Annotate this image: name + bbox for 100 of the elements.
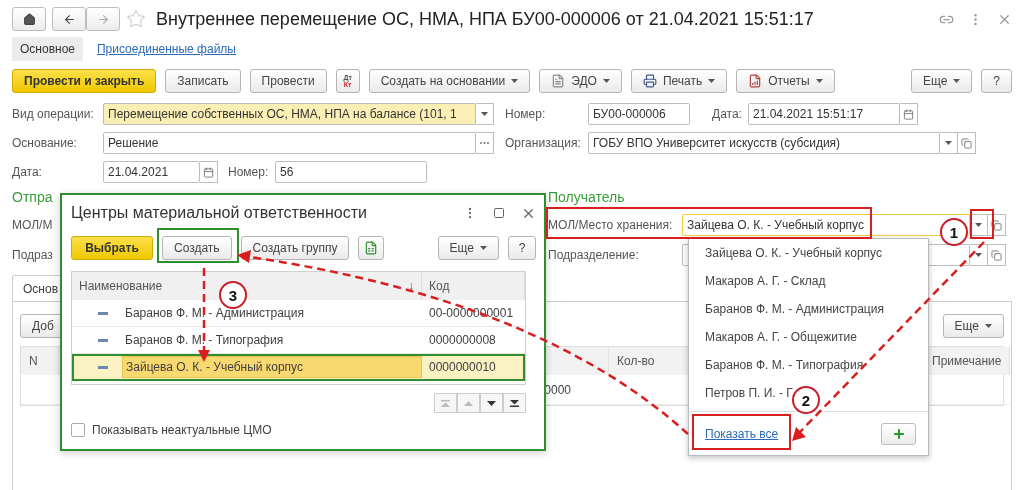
dropdown-item[interactable]: Зайцева О. К. - Учебный корпус xyxy=(689,239,882,267)
caret-icon xyxy=(953,79,961,83)
plus-icon xyxy=(891,426,906,441)
dropdown-button[interactable] xyxy=(940,132,958,154)
field-label: Подразделение: xyxy=(548,248,640,262)
printer-icon xyxy=(642,74,657,88)
field-label: Номер: xyxy=(505,107,547,121)
dropdown-item[interactable]: Петров П. И. - Г xyxy=(689,379,793,407)
caret-icon xyxy=(708,79,716,83)
menu-button[interactable]: Создать на основании xyxy=(368,69,531,93)
copy-icon xyxy=(991,219,1002,231)
add-button[interactable] xyxy=(881,422,916,445)
item-icon xyxy=(98,338,108,342)
input-field[interactable]: БУ00-000006 xyxy=(588,103,690,125)
column-header: N xyxy=(21,347,59,375)
copy-icon xyxy=(991,249,1002,261)
show-all-link[interactable]: Показать все xyxy=(705,426,779,441)
calendar-button[interactable] xyxy=(900,103,918,125)
caret-icon xyxy=(481,112,488,116)
edo-button[interactable]: ЭДО xyxy=(539,69,622,93)
copy-icon xyxy=(961,137,972,149)
up-icon xyxy=(464,400,473,406)
select-button[interactable]: Выбрать xyxy=(71,236,153,260)
arrow-left-icon xyxy=(62,12,76,26)
field-label: МОЛ/Место хранения: xyxy=(548,218,674,232)
maximize-icon[interactable] xyxy=(493,207,505,219)
report-icon xyxy=(748,74,763,88)
checkbox-label: Показывать неактуальные ЦМО xyxy=(92,423,272,437)
forward-button[interactable] xyxy=(86,7,120,31)
reports-button[interactable]: Отчеты xyxy=(736,69,835,93)
section-title: Получатель xyxy=(548,189,626,207)
dialog-button[interactable]: Создать группу xyxy=(240,236,350,260)
caret-icon xyxy=(975,253,982,257)
arrow-right-icon xyxy=(96,12,110,26)
form-tab[interactable]: Присоединенные файлы xyxy=(89,37,244,61)
help-button[interactable]: ? xyxy=(508,236,536,260)
home-button[interactable] xyxy=(12,7,46,31)
caret-icon xyxy=(815,79,823,83)
home-icon xyxy=(22,12,36,26)
table-cell-text: 0000000010 xyxy=(428,360,497,374)
form-tab[interactable]: Основное xyxy=(12,37,83,61)
table-cell-text: Баранов Ф. М. - Типография xyxy=(124,332,285,349)
highlight-frame xyxy=(970,209,994,239)
dropdown-item[interactable]: Макаров А. Г. - Склад xyxy=(689,267,826,295)
caret-icon xyxy=(511,79,519,83)
table-cell: Зайцева О. К. - Учебный корпус xyxy=(122,356,422,378)
last-icon xyxy=(510,399,519,407)
table-cell-text: 0000000008 xyxy=(428,333,497,347)
field-label: Вид операции: xyxy=(12,107,95,121)
menu-button[interactable]: Еще xyxy=(910,69,973,93)
arrow-head xyxy=(237,250,251,263)
field-label: Дата: xyxy=(712,107,743,121)
field-label: Номер: xyxy=(228,165,270,179)
dialog-title: Центры материальной ответственности xyxy=(71,204,367,222)
dropdown-button[interactable] xyxy=(970,244,988,266)
field-label: Организация: xyxy=(505,136,582,150)
caret-icon xyxy=(602,79,610,83)
input-field[interactable]: Решение xyxy=(103,132,476,154)
dropdown-button[interactable] xyxy=(476,103,494,125)
dialog-button[interactable]: Создать xyxy=(162,236,232,260)
input-field[interactable]: Перемещение собственных ОС, НМА, НПА на балансе (101, 1 xyxy=(103,103,476,125)
back-button[interactable] xyxy=(52,7,86,31)
document-icon xyxy=(551,74,566,88)
list-row[interactable]: Зайцева О. К. - Учебный корпус 0000000010 xyxy=(72,354,525,381)
field-label: Подраз xyxy=(12,248,53,262)
calendar-icon xyxy=(903,108,914,120)
post-close-button[interactable]: Провести и закрыть xyxy=(12,69,157,93)
more-button[interactable]: Еще xyxy=(942,314,1004,338)
more-button[interactable]: Еще xyxy=(437,236,499,260)
input-field[interactable]: ГОБУ ВПО Университет искусств (субсидия) xyxy=(588,132,940,154)
scroll-bottom-button[interactable] xyxy=(503,393,526,413)
item-icon xyxy=(98,365,108,369)
field-label: Дата: xyxy=(12,165,43,179)
export-button[interactable] xyxy=(358,236,385,260)
section-title: Отпра xyxy=(12,189,54,207)
toolbar-button[interactable]: Провести xyxy=(249,69,327,93)
first-icon xyxy=(441,399,450,407)
calendar-icon xyxy=(203,166,214,178)
caret-icon xyxy=(480,246,487,250)
toolbar-button[interactable]: Записать xyxy=(165,69,241,93)
choose-button[interactable] xyxy=(476,132,494,154)
item-icon xyxy=(98,311,108,315)
input-field[interactable]: 56 xyxy=(275,161,427,183)
input-field[interactable]: 21.04.2021 15:51:17 xyxy=(748,103,900,125)
spreadsheet-icon xyxy=(364,241,379,255)
column-header[interactable]: Код xyxy=(429,279,450,293)
caret-icon xyxy=(985,324,992,328)
scroll-down-button[interactable] xyxy=(480,393,503,413)
checkbox[interactable] xyxy=(71,423,85,437)
input-field[interactable]: 21.04.2021 xyxy=(103,161,200,183)
toolbar-button[interactable]: ? xyxy=(981,69,1012,93)
dropdown-item[interactable]: Баранов Ф. М. - Администрация xyxy=(689,295,884,323)
field-label: Основание: xyxy=(12,136,78,150)
star-icon[interactable] xyxy=(126,9,146,29)
down-icon xyxy=(487,400,496,406)
print-button[interactable]: Печать xyxy=(630,69,728,93)
caret-icon xyxy=(945,141,952,145)
calendar-button[interactable] xyxy=(200,161,218,183)
caret-icon xyxy=(975,223,982,227)
window-title: Внутреннее перемещение ОС, НМА, НПА БУ00-000006 от 21.04.2021 15:51:17 xyxy=(156,8,814,30)
